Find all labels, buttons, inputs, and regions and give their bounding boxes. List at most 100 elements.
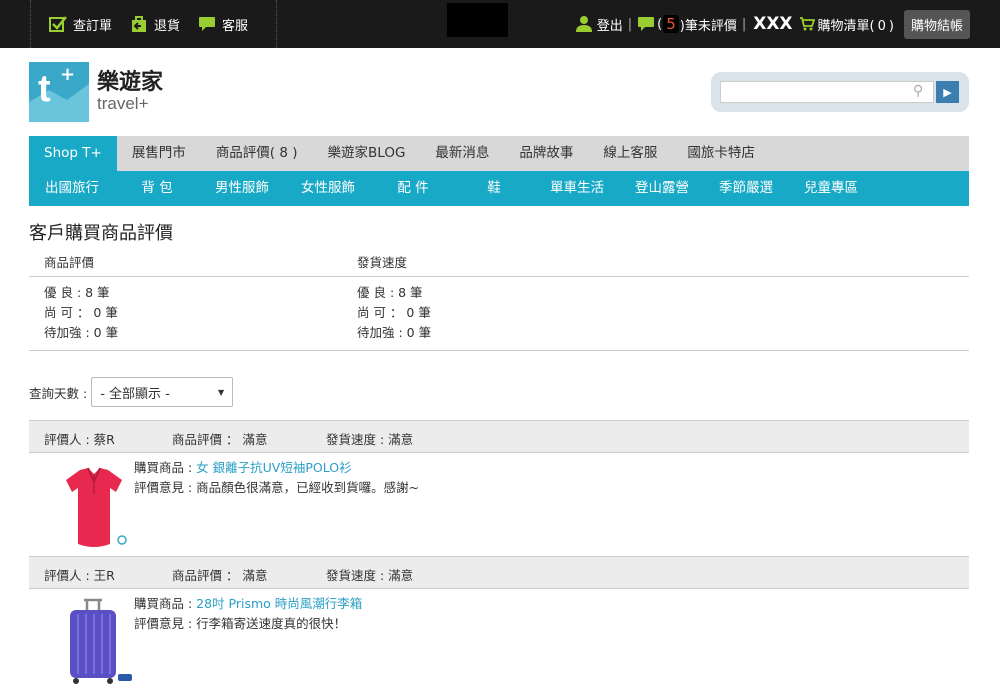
cat-shoes[interactable]: 鞋 — [455, 171, 533, 206]
cat-camping[interactable]: 登山露營 — [621, 171, 703, 206]
stats-product-column: 優 良 : 8 筆 尚 可 ： 0 筆 待加強 : 0 筆 — [44, 283, 118, 343]
cart-icon — [799, 17, 815, 31]
top-bar-account: 登出 | (5)筆未評價 | XXX 購物清單(0) 購物結帳 — [575, 0, 1000, 48]
review-comment: 商品顏色很滿意，已經收到貨囉。感謝~ — [196, 480, 420, 495]
cat-kids[interactable]: 兒童專區 — [789, 171, 873, 206]
order-query-label: 查訂單 — [73, 18, 113, 34]
cat-mens[interactable]: 男性服飾 — [199, 171, 285, 206]
comment-label: 評價意見 : — [134, 480, 197, 495]
logo-text: 樂遊家 travel+ — [97, 69, 164, 114]
purchased-product-line: 購買商品 : 28吋 Prismo 時尚風潮行李箱 — [134, 594, 362, 614]
product-label: 購買商品 : — [134, 460, 197, 475]
cat-accessories[interactable]: 配 件 — [371, 171, 455, 206]
separator: | — [627, 16, 633, 32]
review-header: 評價人 : 王R 商品評價 ： 滿意 發貨速度 : 滿意 — [29, 556, 969, 589]
shipping-rating: 發貨速度 : 滿意 — [326, 432, 414, 447]
cat-travel[interactable]: 出國旅行 — [29, 171, 115, 206]
logo-name-en: travel+ — [97, 93, 149, 113]
logo-plus: + — [60, 64, 76, 85]
logo-t: t — [38, 68, 51, 110]
review-body: 購買商品 : 女 銀離子抗UV短袖POLO衫 評價意見 : 商品顏色很滿意，已經… — [29, 454, 969, 556]
nav-reviews[interactable]: 商品評價( 8 ) — [201, 136, 313, 171]
return-label: 退貨 — [154, 18, 181, 34]
search-input[interactable] — [720, 81, 934, 103]
stat-ok: 尚 可 ： 0 筆 — [44, 305, 118, 320]
reviewer-name: 評價人 : 蔡R — [44, 432, 115, 447]
nav-online-service[interactable]: 線上客服 — [588, 136, 672, 171]
review-comment: 行李箱寄送速度真的很快！ — [196, 616, 347, 631]
review-details: 購買商品 : 女 銀離子抗UV短袖POLO衫 評價意見 : 商品顏色很滿意，已經… — [134, 458, 419, 498]
caret-down-icon: ▼ — [218, 387, 225, 397]
review-details: 購買商品 : 28吋 Prismo 時尚風潮行李箱 評價意見 : 行李箱寄送速度… — [134, 594, 362, 634]
product-rating: 商品評價 ： 滿意 — [172, 568, 268, 583]
play-arrow-icon: ▶ — [943, 85, 952, 99]
nav-brand-story[interactable]: 品牌故事 — [504, 136, 588, 171]
cat-backpacks[interactable]: 背 包 — [115, 171, 199, 206]
checkout-button[interactable]: 購物結帳 — [903, 9, 970, 39]
checkbox-icon — [49, 16, 67, 32]
main-nav: Shop T+ 展售門市 商品評價( 8 ) 樂遊家BLOG 最新消息 品牌故事… — [29, 136, 969, 171]
stats-body: 優 良 : 8 筆 尚 可 ： 0 筆 待加強 : 0 筆 優 良 : 8 筆 … — [29, 283, 969, 351]
username: XXX — [753, 14, 793, 34]
nav-blog[interactable]: 樂遊家BLOG — [313, 136, 421, 171]
unreviewed-label[interactable]: )筆未評價 — [680, 15, 737, 34]
stat-good: 優 良 : 8 筆 — [44, 285, 110, 300]
cart-label: 購物清單( — [817, 18, 875, 34]
return-bag-icon — [132, 16, 147, 32]
cart-close-paren: ) — [888, 18, 894, 34]
stat-ok: 尚 可 ： 0 筆 — [357, 305, 431, 320]
separator: | — [741, 16, 747, 32]
stats-header: 商品評價 發貨速度 — [29, 248, 969, 277]
product-label: 購買商品 : — [134, 596, 197, 611]
stats-shipping-header: 發貨速度 — [357, 255, 408, 270]
logout-link[interactable]: 登出 — [597, 15, 623, 34]
suitcase-image[interactable] — [54, 596, 134, 684]
product-link[interactable]: 28吋 Prismo 時尚風潮行李箱 — [196, 596, 362, 611]
days-filter-label: 查詢天數 : — [29, 385, 88, 401]
user-icon — [575, 16, 592, 32]
chat-bubble-icon — [199, 17, 216, 31]
stats-shipping-column: 優 良 : 8 筆 尚 可 ： 0 筆 待加強 : 0 筆 — [357, 283, 431, 343]
product-rating: 商品評價 ： 滿意 — [172, 432, 268, 447]
unreviewed-open-paren: ( — [657, 16, 663, 32]
site-logo[interactable]: t + 樂遊家 travel+ — [29, 62, 163, 122]
stat-improve: 待加強 : 0 筆 — [357, 325, 432, 340]
days-select[interactable]: - 全部顯示 - ▼ — [91, 377, 234, 407]
review-body: 購買商品 : 28吋 Prismo 時尚風潮行李箱 評價意見 : 行李箱寄送速度… — [29, 590, 969, 690]
search-button[interactable]: ▶ — [936, 81, 959, 103]
nav-news[interactable]: 最新消息 — [420, 136, 504, 171]
cat-seasonal[interactable]: 季節嚴選 — [703, 171, 789, 206]
shipping-rating: 發貨速度 : 滿意 — [326, 568, 414, 583]
review-header: 評價人 : 蔡R 商品評價 ： 滿意 發貨速度 : 滿意 — [29, 420, 969, 453]
category-nav: 出國旅行 背 包 男性服飾 女性服飾 配 件 鞋 單車生活 登山露營 季節嚴選 … — [29, 171, 969, 206]
redacted-block — [447, 3, 508, 37]
cat-womens[interactable]: 女性服飾 — [285, 171, 371, 206]
nav-travel-card[interactable]: 國旅卡特店 — [672, 136, 770, 171]
reviewer-name: 評價人 : 王R — [44, 568, 115, 583]
comment-line: 評價意見 : 行李箱寄送速度真的很快！ — [134, 614, 362, 634]
stat-good: 優 良 : 8 筆 — [357, 285, 423, 300]
stats-product-header: 商品評價 — [44, 255, 95, 270]
order-query-link[interactable]: 查訂單 — [49, 15, 112, 34]
top-bar-links: 查訂單 退貨 客服 — [30, 0, 277, 48]
comment-line: 評價意見 : 商品顏色很滿意，已經收到貨囉。感謝~ — [134, 478, 419, 498]
purchased-product-line: 購買商品 : 女 銀離子抗UV短袖POLO衫 — [134, 458, 419, 478]
cart-count: 0 — [877, 18, 886, 34]
cat-cycling[interactable]: 單車生活 — [533, 171, 621, 206]
nav-stores[interactable]: 展售門市 — [117, 136, 201, 171]
days-select-value: - 全部顯示 - — [100, 386, 170, 402]
return-link[interactable]: 退貨 — [130, 15, 180, 34]
polo-shirt-image[interactable] — [54, 460, 134, 548]
product-link[interactable]: 女 銀離子抗UV短袖POLO衫 — [196, 460, 351, 475]
nav-shop-t[interactable]: Shop T+ — [29, 136, 117, 171]
service-link[interactable]: 客服 — [198, 15, 248, 34]
unreviewed-count-badge[interactable]: 5 — [663, 15, 679, 33]
comment-label: 評價意見 : — [134, 616, 197, 631]
days-filter: 查詢天數 : - 全部顯示 - ▼ — [29, 377, 234, 407]
magnifier-icon: ⚲ — [913, 83, 924, 99]
cart-link[interactable]: 購物清單(0) — [818, 15, 894, 34]
logo-name-zh: 樂遊家 — [97, 69, 164, 95]
page-title: 客戶購買商品評價 — [29, 223, 173, 244]
stat-improve: 待加強 : 0 筆 — [44, 325, 119, 340]
top-bar: 查訂單 退貨 客服 登出 | (5)筆未評價 | XXX 購物清單(0) 購物結… — [0, 0, 1000, 48]
